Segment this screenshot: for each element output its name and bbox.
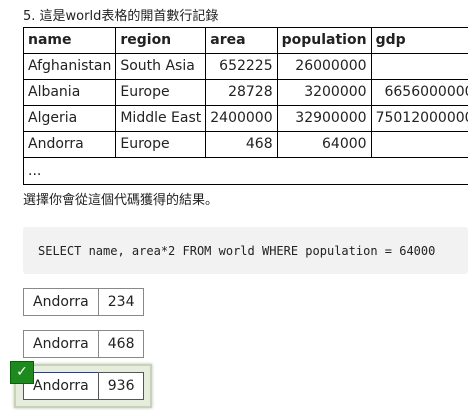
column-header-name: name: [22, 27, 117, 54]
cell-name: Andorra: [22, 131, 117, 158]
cell-name: Afghanistan: [22, 53, 117, 80]
option-value-cell: 936: [97, 372, 145, 400]
table-ellipsis-row: ...: [23, 157, 468, 185]
cell-region: Middle East: [115, 105, 207, 132]
cell-area: 28728: [205, 79, 278, 106]
sql-code: SELECT name, area*2 FROM world WHERE pop…: [38, 243, 436, 258]
cell-name: Algeria: [22, 105, 117, 132]
option-value-cell: 468: [97, 330, 145, 358]
option-name-cell: Andorra: [23, 288, 99, 316]
cell-area: 652225: [205, 53, 278, 80]
cell-population: 3200000: [276, 79, 372, 106]
cell-population: 26000000: [276, 53, 372, 80]
answer-option-2[interactable]: Andorra 468: [23, 330, 145, 358]
cell-gdp: 6656000000: [370, 79, 468, 106]
ellipsis-cell: ...: [23, 157, 468, 185]
cell-name: Albania: [22, 79, 117, 106]
answer-option-3[interactable]: Andorra 936: [23, 372, 145, 400]
table-row: Andorra Europe 468 64000: [22, 131, 468, 158]
option-name-cell: Andorra: [23, 330, 99, 358]
table-header-row: name region area population gdp: [22, 27, 468, 54]
column-header-region: region: [115, 27, 207, 54]
table-row: Albania Europe 28728 3200000 6656000000: [22, 79, 468, 106]
answer-option-1[interactable]: Andorra 234: [23, 288, 145, 316]
option-row: Andorra 936: [23, 372, 145, 400]
question-prompt: 選擇你會從這個代碼獲得的結果。: [23, 193, 219, 208]
option-row: Andorra 468: [23, 330, 145, 358]
cell-region: South Asia: [115, 53, 207, 80]
column-header-population: population: [276, 27, 372, 54]
table-row: Afghanistan South Asia 652225 26000000: [22, 53, 468, 80]
option-name-cell: Andorra: [23, 372, 99, 400]
table-row: Algeria Middle East 2400000 32900000 750…: [22, 105, 468, 132]
cell-area: 2400000: [205, 105, 278, 132]
cell-area: 468: [205, 131, 278, 158]
cell-region: Europe: [115, 131, 207, 158]
column-header-gdp: gdp: [370, 27, 468, 54]
column-header-area: area: [205, 27, 278, 54]
cell-gdp: 75012000000: [370, 105, 468, 132]
correct-check-icon: ✓: [10, 361, 34, 384]
cell-gdp: [370, 53, 468, 80]
cell-population: 64000: [276, 131, 372, 158]
sql-code-block: SELECT name, area*2 FROM world WHERE pop…: [23, 227, 468, 274]
cell-gdp: [370, 131, 468, 158]
option-value-cell: 234: [97, 288, 145, 316]
cell-region: Europe: [115, 79, 207, 106]
world-table: name region area population gdp Afghanis…: [22, 27, 468, 185]
cell-population: 32900000: [276, 105, 372, 132]
question-title: 5. 這是world表格的開首數行記錄: [23, 9, 219, 24]
option-row: Andorra 234: [23, 288, 145, 316]
